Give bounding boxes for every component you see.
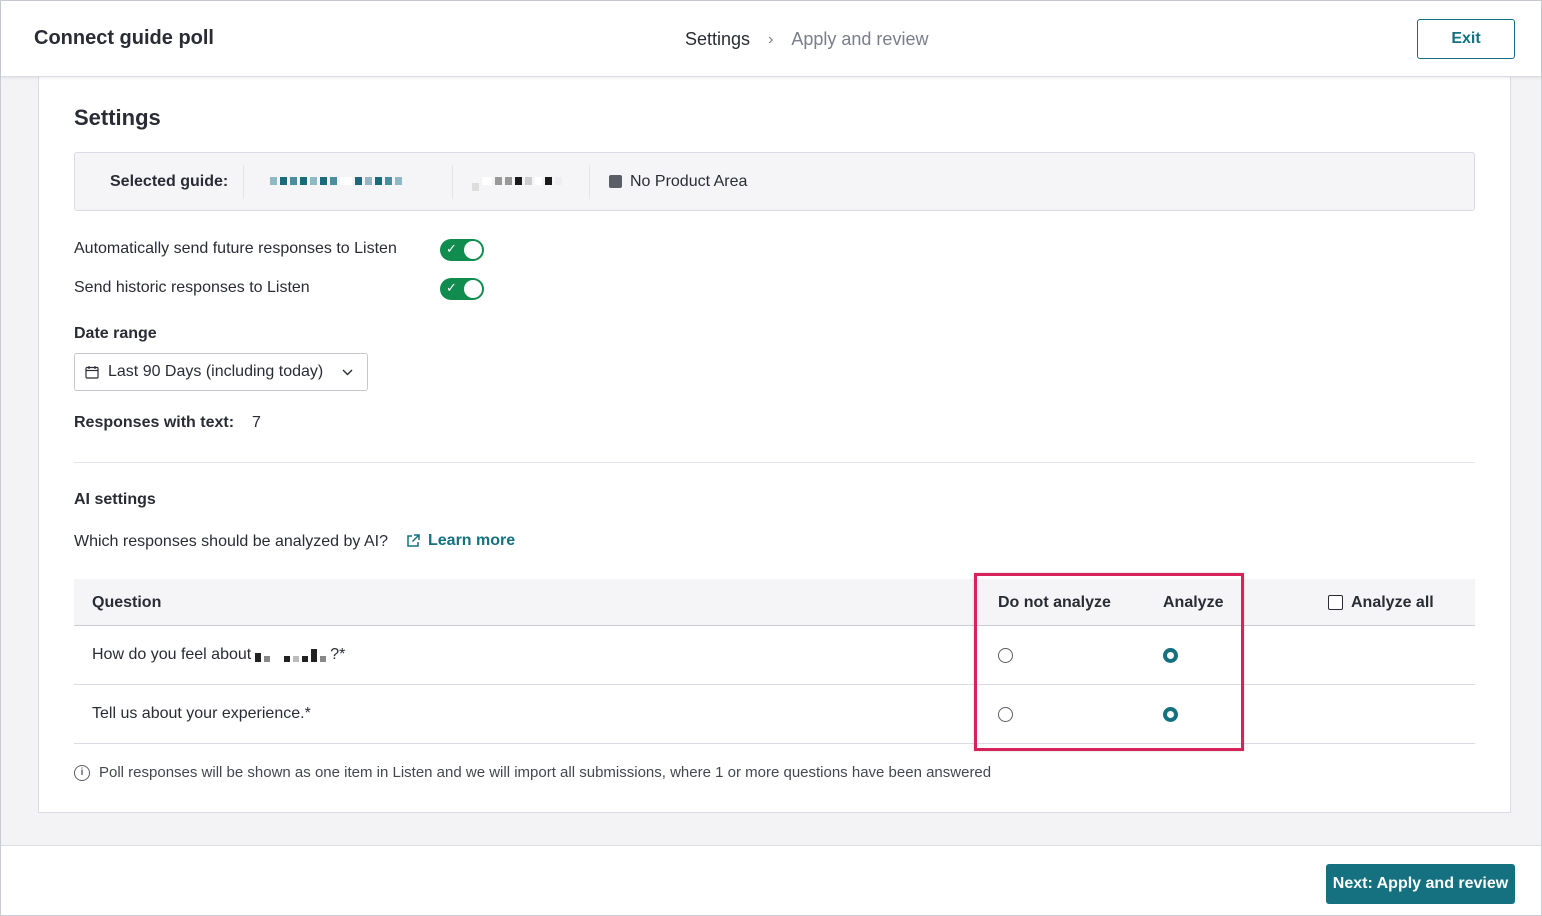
historic-toggle[interactable]: ✓ <box>440 278 484 300</box>
selected-guide-label: Selected guide: <box>110 173 229 190</box>
settings-card: Settings Selected guide: No Product Area… <box>38 77 1511 813</box>
selected-guide-panel: Selected guide: No Product Area <box>74 152 1475 211</box>
question-text: How do you feel about <box>92 646 252 663</box>
question-cell: How do you feel about ?* <box>92 646 345 664</box>
question-cell: Tell us about your experience.* <box>92 705 311 723</box>
chevron-right-icon: › <box>768 30 774 48</box>
toggle-knob <box>464 280 482 298</box>
date-range-select[interactable]: Last 90 Days (including today) <box>74 353 368 391</box>
redacted-guide-name <box>270 177 402 185</box>
calendar-icon <box>85 366 99 379</box>
note-text: Poll responses will be shown as one item… <box>99 764 992 781</box>
table-row: How do you feel about ?* <box>74 626 1475 685</box>
product-area-label: No Product Area <box>630 173 748 190</box>
top-bar: Connect guide poll Settings › Apply and … <box>1 1 1541 77</box>
historic-label: Send historic responses to Listen <box>74 279 310 296</box>
analyze-all-checkbox[interactable] <box>1328 595 1343 610</box>
divider <box>243 165 244 199</box>
date-range-value: Last 90 Days (including today) <box>108 363 324 380</box>
product-area-swatch <box>609 175 622 188</box>
settings-heading: Settings <box>74 105 161 130</box>
question-text: Tell us about your experience.* <box>92 705 311 722</box>
learn-more-label: Learn more <box>428 532 516 549</box>
check-icon: ✓ <box>446 280 457 295</box>
step-apply-review[interactable]: Apply and review <box>791 29 928 50</box>
auto-send-label: Automatically send future responses to L… <box>74 240 397 257</box>
next-apply-review-button[interactable]: Next: Apply and review <box>1326 864 1515 904</box>
ai-table-header: Question Do not analyze Analyze Analyze … <box>74 579 1475 626</box>
check-icon: ✓ <box>446 241 457 256</box>
divider <box>452 165 453 199</box>
analyze-all-label[interactable]: Analyze all <box>1351 594 1434 612</box>
exit-button[interactable]: Exit <box>1417 19 1515 59</box>
question-suffix: ?* <box>330 646 346 663</box>
divider <box>589 165 590 199</box>
section-divider <box>74 462 1475 463</box>
ai-question: Which responses should be analyzed by AI… <box>74 533 388 550</box>
ai-settings-heading: AI settings <box>74 491 156 508</box>
footer-bar: Next: Apply and review <box>1 845 1541 915</box>
page-title: Connect guide poll <box>34 27 214 49</box>
redacted-guide-id <box>472 177 562 191</box>
column-question: Question <box>92 594 162 611</box>
responses-label: Responses with text: <box>74 414 235 431</box>
info-icon: i <box>74 764 90 781</box>
date-range-label: Date range <box>74 325 157 342</box>
annotation-highlight-box <box>974 573 1244 751</box>
step-breadcrumb: Settings › Apply and review <box>685 29 928 50</box>
table-row: Tell us about your experience.* <box>74 685 1475 744</box>
responses-count: 7 <box>252 414 261 431</box>
step-settings[interactable]: Settings <box>685 29 750 50</box>
external-link-icon <box>407 534 420 547</box>
learn-more-link[interactable]: Learn more <box>406 532 515 550</box>
chevron-down-icon <box>342 369 353 375</box>
redacted-text <box>255 648 327 662</box>
auto-send-toggle[interactable]: ✓ <box>440 239 484 261</box>
import-note: i Poll responses will be shown as one it… <box>74 764 991 781</box>
toggle-knob <box>464 241 482 259</box>
